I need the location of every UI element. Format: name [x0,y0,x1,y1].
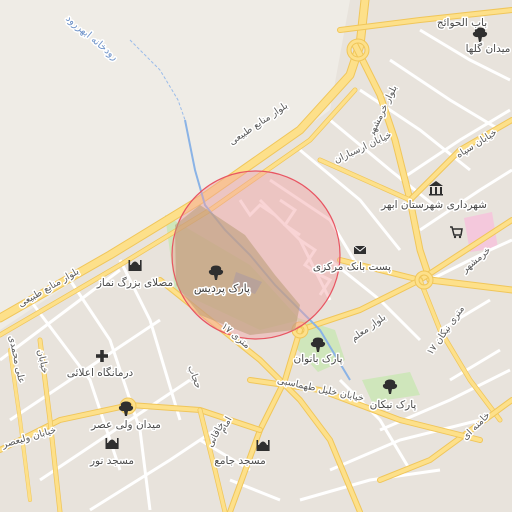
label-meydan-valiasr: میدان ولی عصر [90,419,161,431]
label-masjed-noor: مسجد نور [89,455,134,467]
label-park-banovan: پارک بانوان [293,353,342,365]
label-bab-havaej: باب الحوائج [437,17,487,29]
label-masjed-jame: مسجد جامع [214,455,266,467]
label-clinic: درمانگاه اعلائی [67,366,134,379]
map-view[interactable]: پارک پردیس پارک بانوان پارک نیکان مصلای … [0,0,512,512]
map-canvas[interactable]: پارک پردیس پارک بانوان پارک نیکان مصلای … [0,0,512,512]
label-meydan-golha: میدان گلها [466,42,511,55]
label-post-bank: پست بانک مرکزی [313,261,391,273]
label-park-neyekan: پارک نیکان [370,399,417,411]
envelope-icon[interactable] [353,245,367,254]
label-park-pardis: پارک پردیس [194,282,250,295]
label-mosala: مصلای بزرگ نماز [96,275,173,289]
label-shahrdari: شهرداری شهرستان ابهر [380,199,487,211]
